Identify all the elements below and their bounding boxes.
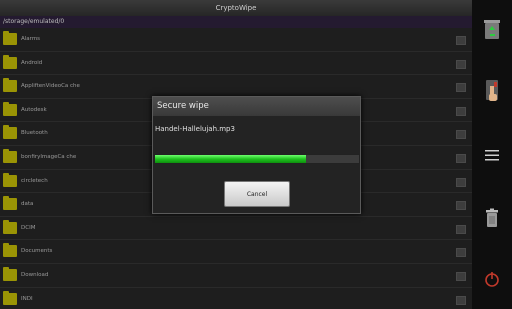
action-sidebar: [472, 0, 512, 309]
checkbox[interactable]: [456, 271, 466, 281]
folder-icon: [3, 266, 17, 281]
folder-label: AppliftenVideoCa che: [21, 83, 80, 90]
cancel-button[interactable]: Cancel: [224, 181, 290, 207]
list-item[interactable]: Android: [0, 51, 472, 76]
folder-label: Android: [21, 59, 43, 66]
folder-label: circletech: [21, 177, 48, 184]
folder-icon: [3, 172, 17, 187]
checkbox[interactable]: [456, 224, 466, 234]
list-item[interactable]: Download: [0, 263, 472, 288]
folder-label: Documents: [21, 248, 53, 255]
path-bar: /storage/emulated/0: [0, 16, 472, 28]
checkbox[interactable]: [456, 59, 466, 69]
checkbox[interactable]: [456, 248, 466, 258]
dialog-title: Secure wipe: [153, 97, 360, 116]
folder-label: DCIM: [21, 224, 36, 231]
app-title: CryptoWipe: [0, 0, 472, 16]
folder-icon: [3, 54, 17, 69]
checkbox[interactable]: [456, 36, 466, 45]
list-item[interactable]: INDI: [0, 287, 472, 309]
folder-icon: [3, 148, 17, 163]
folder-label: INDI: [21, 295, 33, 302]
checkbox[interactable]: [456, 83, 466, 93]
list-item[interactable]: Documents: [0, 240, 472, 264]
folder-icon: [3, 243, 17, 258]
checkbox[interactable]: [456, 201, 466, 211]
folder-icon: [3, 31, 17, 45]
folder-label: Alarms: [21, 36, 41, 42]
folder-label: bonfirylmageCa che: [21, 153, 77, 160]
recycle-bin-icon[interactable]: [480, 16, 504, 42]
checkbox[interactable]: [456, 106, 466, 116]
progress-fill: [155, 155, 306, 163]
list-item[interactable]: Alarms: [0, 28, 472, 52]
secure-wipe-dialog: Secure wipe Handel-Hallelujah.mp3 Cancel: [152, 96, 361, 214]
folder-label: data: [21, 201, 34, 208]
folder-icon: [3, 196, 17, 211]
touch-hand-icon[interactable]: [480, 78, 504, 104]
folder-icon: [3, 125, 17, 140]
folder-label: Autodesk: [21, 106, 47, 113]
folder-icon: [3, 78, 17, 93]
progress-bar: [154, 154, 360, 164]
checkbox[interactable]: [456, 177, 466, 187]
folder-icon: [3, 290, 17, 305]
checkbox[interactable]: [456, 153, 466, 163]
folder-icon: [3, 101, 17, 116]
trash-icon[interactable]: [480, 205, 504, 231]
menu-icon[interactable]: [480, 142, 504, 168]
checkbox[interactable]: [456, 295, 466, 305]
checkbox[interactable]: [456, 130, 466, 140]
folder-label: Download: [21, 271, 49, 278]
folder-icon: [3, 219, 17, 234]
wipe-file-name: Handel-Hallelujah.mp3: [155, 125, 235, 133]
list-item[interactable]: DCIM: [0, 216, 472, 241]
power-icon[interactable]: [480, 266, 504, 292]
folder-label: Bluetooth: [21, 130, 48, 137]
